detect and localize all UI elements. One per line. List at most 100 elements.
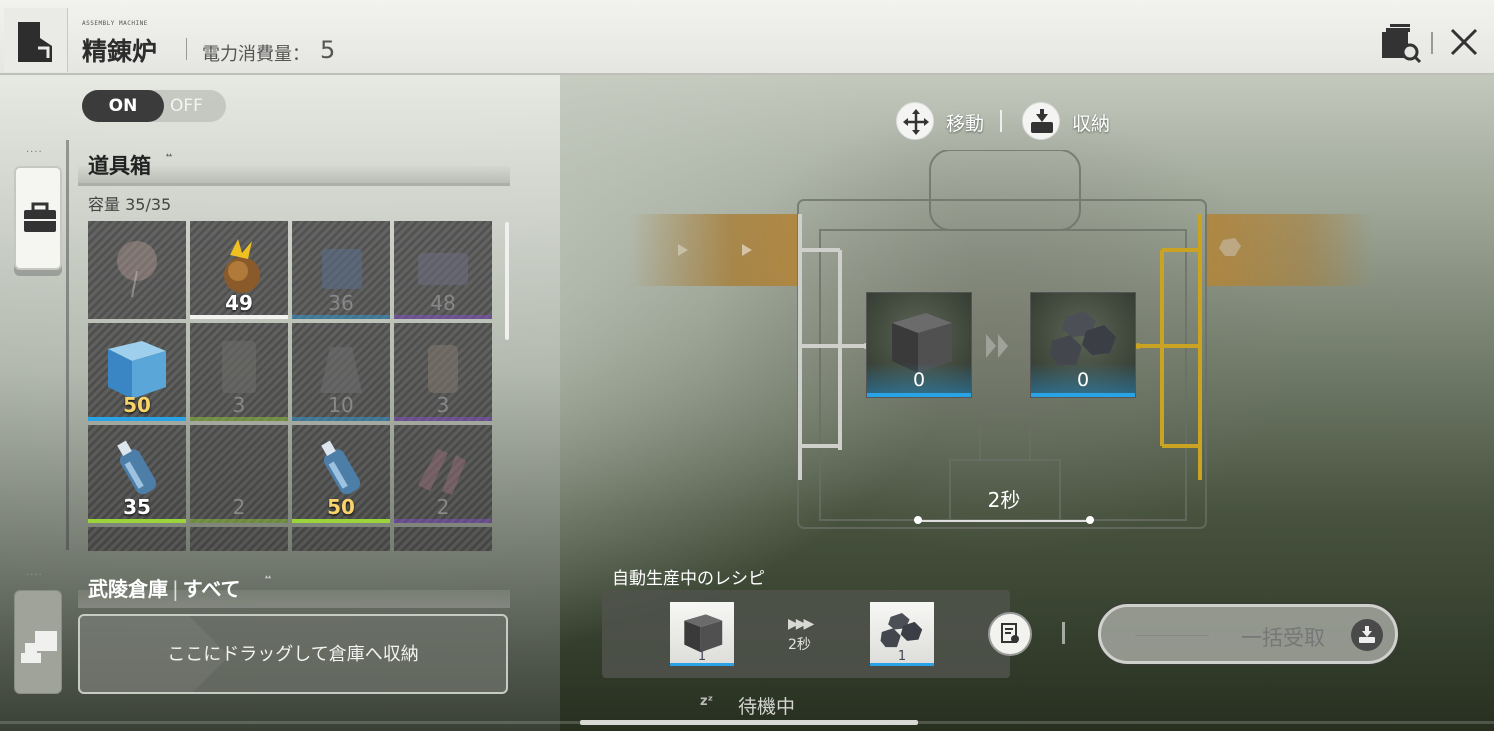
warehouse-name: 武陵倉庫 — [88, 577, 168, 601]
inventory-slot[interactable] — [190, 527, 288, 551]
refinery-machine-diagram — [797, 150, 1207, 529]
recipe-input-count: 1 — [697, 649, 707, 664]
item-count: 10 — [328, 393, 354, 417]
warehouse-drop-zone[interactable]: ここにドラッグして倉庫へ収納 — [78, 614, 508, 694]
bottom-divider — [1062, 622, 1065, 644]
power-value: 5 — [320, 36, 336, 64]
collect-line — [1135, 635, 1209, 636]
rarity-bar — [292, 519, 390, 523]
document-search-icon[interactable] — [1378, 24, 1422, 64]
rarity-bar — [292, 315, 390, 319]
side-rail — [66, 140, 69, 550]
rarity-bar — [190, 315, 288, 319]
recipe-title: 自動生産中のレシピ — [612, 569, 765, 589]
input-slot[interactable]: 0 — [866, 292, 972, 398]
item-count: 50 — [327, 495, 355, 519]
store-label: 収納 — [1072, 113, 1111, 135]
close-icon[interactable] — [1448, 26, 1480, 58]
side-dots-2: ···· — [26, 570, 43, 581]
rarity-bar — [88, 417, 186, 421]
progress-end-dot — [1086, 516, 1094, 524]
tab-toolbox[interactable] — [14, 166, 62, 270]
inventory-slot[interactable]: 36 — [292, 221, 390, 319]
inventory-tag: ▲▲ — [166, 152, 173, 158]
toggle-off-label[interactable]: OFF — [170, 90, 220, 122]
active-recipe[interactable]: 1 ▶▶▶ 2秒 1 — [602, 590, 1010, 678]
rarity-bar — [190, 417, 288, 421]
inventory-slot[interactable] — [88, 221, 186, 319]
process-time: 2秒 — [987, 488, 1021, 512]
inventory-slot[interactable] — [292, 527, 390, 551]
bottom-scrollbar[interactable] — [580, 720, 918, 725]
inventory-slot[interactable]: 3 — [190, 323, 288, 421]
warehouse-title: 武陵倉庫 | すべて — [88, 577, 241, 601]
progress-line — [918, 520, 1090, 522]
header-bar: ASSEMBLY MACHINE 精錬炉 電力消費量： 5 — [0, 0, 1494, 75]
title-divider — [186, 38, 187, 60]
progress-start-dot — [914, 516, 922, 524]
inventory-slot[interactable] — [394, 527, 492, 551]
inventory-scrollbar[interactable] — [505, 222, 509, 340]
page-title: 精錬炉 — [82, 37, 158, 66]
inventory-slot[interactable] — [88, 527, 186, 551]
store-icon — [1022, 102, 1060, 140]
recipe-book-icon — [1001, 623, 1019, 643]
inventory-slot[interactable]: 50 — [292, 425, 390, 523]
module-tag: ASSEMBLY MACHINE — [82, 20, 148, 27]
output-conveyor — [1205, 214, 1375, 286]
recipe-output-count: 1 — [897, 649, 907, 664]
rarity-bar — [394, 315, 492, 319]
machine-status: 待機中 — [738, 696, 796, 718]
item-count: 3 — [232, 393, 246, 417]
item-count: 2 — [232, 495, 246, 519]
inventory-slot[interactable]: 48 — [394, 221, 492, 319]
warehouse-filter[interactable]: すべて — [183, 577, 241, 601]
item-count: 49 — [225, 291, 253, 315]
power-label: 電力消費量： — [202, 44, 310, 65]
rarity-bar — [394, 417, 492, 421]
recipe-input: 1 — [670, 602, 734, 666]
toggle-on-label[interactable]: ON — [82, 90, 164, 122]
warehouse-boxes-icon — [21, 631, 57, 663]
rarity-bar — [88, 519, 186, 523]
facility-logo — [4, 8, 68, 72]
output-slot-rarity — [1031, 393, 1135, 397]
item-count: 50 — [123, 393, 151, 417]
collect-all-button[interactable]: 一括受取 — [1098, 604, 1398, 664]
move-label: 移動 — [946, 113, 985, 135]
sleep-icon: zᶻ — [700, 694, 713, 709]
inventory-slot[interactable]: 49 — [190, 221, 288, 319]
output-slot-count: 0 — [1076, 369, 1090, 391]
inventory-slot[interactable]: 2 — [190, 425, 288, 523]
action-divider — [1000, 110, 1002, 132]
rarity-bar — [292, 417, 390, 421]
item-count: 48 — [430, 291, 456, 315]
rarity-bar — [190, 519, 288, 523]
recipe-arrow-icon: ▶▶▶ — [788, 616, 814, 632]
inventory-slot[interactable]: 50 — [88, 323, 186, 421]
tab-warehouse[interactable] — [14, 590, 62, 694]
inventory-title: 道具箱 — [88, 154, 151, 178]
input-slot-count: 0 — [912, 369, 926, 391]
power-toggle[interactable]: ON OFF — [82, 90, 226, 122]
input-slot-rarity — [867, 393, 971, 397]
briefcase-icon — [24, 202, 56, 232]
collect-icon — [1351, 619, 1383, 651]
move-icon — [896, 102, 934, 140]
inventory-capacity: 容量 35/35 — [88, 195, 172, 214]
collect-all-label: 一括受取 — [1241, 626, 1325, 650]
recipe-output: 1 — [870, 602, 934, 666]
output-slot[interactable]: 0 — [1030, 292, 1136, 398]
inventory-slot[interactable]: 2 — [394, 425, 492, 523]
recipe-detail-button[interactable] — [988, 612, 1032, 656]
item-count: 36 — [328, 291, 354, 315]
rarity-bar — [394, 519, 492, 523]
input-conveyor — [630, 214, 800, 286]
inventory-slot[interactable]: 35 — [88, 425, 186, 523]
inventory-slot[interactable]: 3 — [394, 323, 492, 421]
inventory-slot[interactable]: 10 — [292, 323, 390, 421]
inventory-grid: 49 36 48 50 3 10 3 35 2 50 2 — [88, 221, 498, 551]
item-count: 35 — [123, 495, 151, 519]
drop-zone-text: ここにドラッグして倉庫へ収納 — [167, 644, 419, 665]
item-count: 3 — [436, 393, 450, 417]
